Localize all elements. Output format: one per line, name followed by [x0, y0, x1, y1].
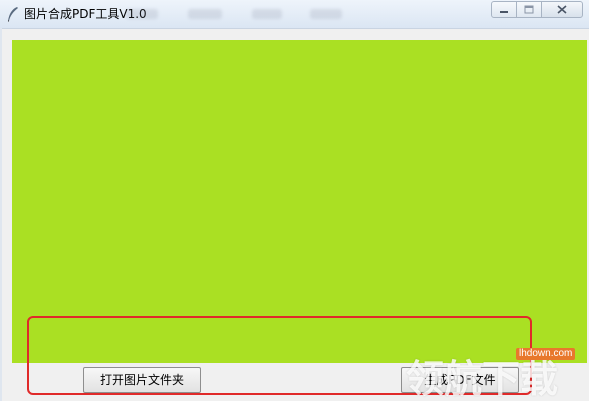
feather-icon — [6, 6, 20, 22]
minimize-button[interactable] — [491, 1, 517, 18]
menu-ghost-2 — [188, 9, 222, 19]
close-button[interactable] — [541, 1, 583, 18]
app-window: 图片合成PDF工具V1.0 打开图片文件夹 生成PDF文件 领航下载 lhdow… — [0, 0, 589, 401]
menu-ghost-3 — [252, 9, 282, 19]
annotation-highlight-box — [27, 316, 532, 395]
maximize-icon — [524, 5, 534, 14]
window-controls — [491, 1, 583, 20]
preview-canvas — [12, 40, 587, 363]
title-bar[interactable]: 图片合成PDF工具V1.0 — [0, 0, 589, 29]
minimize-icon — [500, 10, 508, 13]
menu-ghost-1 — [126, 9, 158, 19]
maximize-button[interactable] — [516, 1, 542, 18]
close-icon — [557, 5, 567, 14]
menu-ghost-4 — [310, 9, 342, 19]
